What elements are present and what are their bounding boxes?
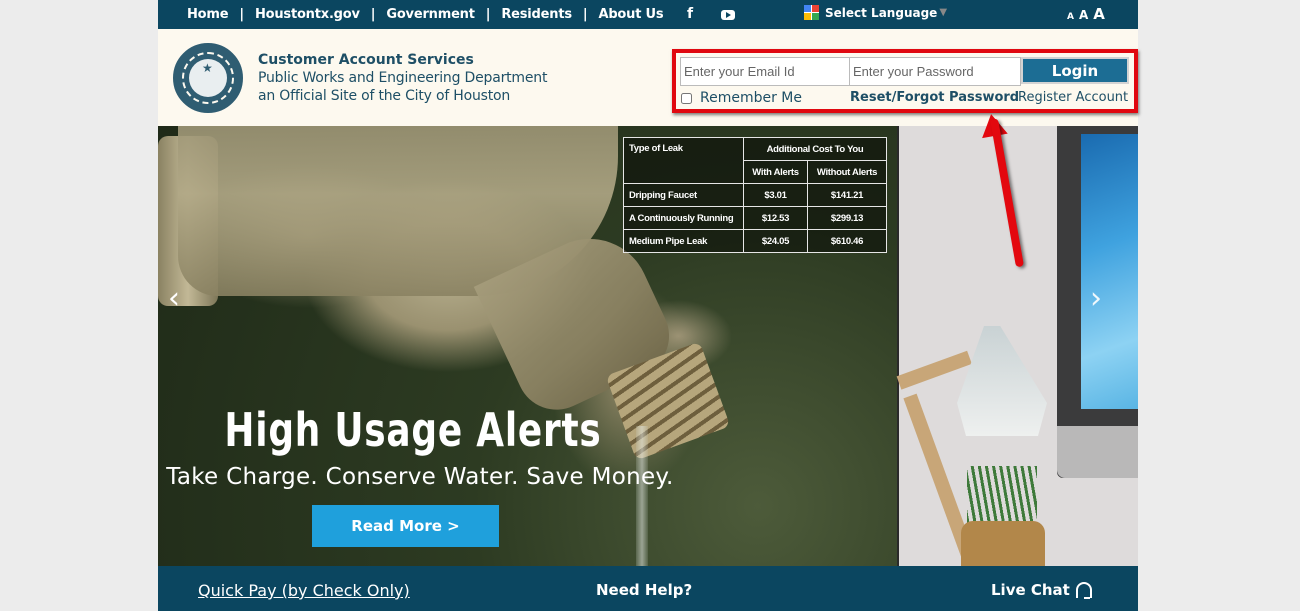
nav-government[interactable]: Government	[386, 7, 475, 22]
login-button[interactable]: Login	[1021, 57, 1129, 84]
monitor-screen	[1081, 134, 1138, 409]
header-type-of-leak: Type of Leak	[623, 137, 744, 184]
plant-image	[967, 466, 1037, 526]
live-chat-label: Live Chat	[991, 581, 1070, 599]
chevron-down-icon: ▼	[939, 7, 948, 18]
leak-type: A Continuously Running	[623, 206, 744, 230]
desk-image	[896, 126, 1138, 566]
hero-carousel: Type of Leak Additional Cost To You With…	[158, 126, 1138, 566]
nav-about-us[interactable]: About Us	[598, 7, 663, 22]
header-with-alerts: With Alerts	[743, 160, 808, 184]
need-help-text[interactable]: Need Help?	[596, 581, 692, 599]
table-row: A Continuously Running $12.53 $299.13	[623, 206, 887, 230]
lamp-arm-image	[896, 350, 972, 390]
header-without-alerts: Without Alerts	[807, 160, 887, 184]
cost-with-alerts: $3.01	[743, 183, 808, 207]
nav-separator: |	[485, 7, 491, 22]
cost-without-alerts: $141.21	[807, 183, 887, 207]
cost-with-alerts: $24.05	[743, 229, 808, 253]
star-icon: ★	[202, 61, 213, 75]
live-chat-button[interactable]: Live Chat	[991, 581, 1092, 599]
page: Home | Houstontx.gov | Government | Resi…	[158, 0, 1138, 611]
leak-type: Dripping Faucet	[623, 183, 744, 207]
remember-me-label: Remember Me	[700, 90, 802, 106]
google-translate-icon	[804, 5, 819, 20]
font-size-large[interactable]: A	[1093, 5, 1105, 23]
site-tagline: an Official Site of the City of Houston	[258, 88, 511, 104]
facebook-icon[interactable]: f	[687, 6, 693, 22]
youtube-icon[interactable]	[721, 10, 735, 20]
remember-me[interactable]: Remember Me	[681, 90, 802, 106]
leak-cost-table: Type of Leak Additional Cost To You With…	[623, 137, 887, 253]
read-more-button[interactable]: Read More >	[312, 505, 499, 547]
header-additional-cost: Additional Cost To You	[743, 137, 887, 161]
table-row: Medium Pipe Leak $24.05 $610.46	[623, 229, 887, 253]
headset-icon	[1075, 582, 1092, 599]
email-input[interactable]	[680, 57, 850, 86]
carousel-prev-icon[interactable]: ‹	[168, 284, 188, 314]
site-header: ★ Customer Account Services Public Works…	[158, 29, 1138, 126]
nav-separator: |	[370, 7, 376, 22]
leak-type: Medium Pipe Leak	[623, 229, 744, 253]
footer-bar: Quick Pay (by Check Only) Need Help? Liv…	[158, 566, 1138, 611]
font-size-medium[interactable]: A	[1079, 8, 1088, 22]
quick-pay-link[interactable]: Quick Pay (by Check Only)	[198, 581, 410, 600]
reset-password-link[interactable]: Reset/Forgot Password	[850, 90, 1019, 105]
login-form: Login Remember Me Reset/Forgot Password …	[672, 49, 1138, 113]
register-account-link[interactable]: Register Account	[1018, 90, 1128, 105]
top-nav-bar: Home | Houstontx.gov | Government | Resi…	[158, 0, 1138, 29]
cost-with-alerts: $12.53	[743, 206, 808, 230]
table-row: Dripping Faucet $3.01 $141.21	[623, 183, 887, 207]
nav-residents[interactable]: Residents	[501, 7, 572, 22]
nav-houstontx[interactable]: Houstontx.gov	[255, 7, 360, 22]
remember-me-checkbox[interactable]	[681, 92, 692, 104]
nav-home[interactable]: Home	[187, 7, 229, 22]
lamp-shade-image	[957, 326, 1047, 436]
nav-separator: |	[239, 7, 244, 22]
cost-without-alerts: $610.46	[807, 229, 887, 253]
site-title: Customer Account Services	[258, 52, 474, 68]
hero-subheadline: Take Charge. Conserve Water. Save Money.	[166, 464, 674, 490]
top-nav: Home | Houstontx.gov | Government | Resi…	[187, 7, 664, 22]
hero-headline: High Usage Alerts	[224, 403, 602, 457]
faucet-image: Type of Leak Additional Cost To You With…	[158, 126, 897, 566]
site-branding: Customer Account Services Public Works a…	[258, 51, 547, 105]
jar-image	[961, 521, 1045, 566]
language-label: Select Language	[825, 5, 938, 20]
carousel-next-icon[interactable]: ›	[1090, 284, 1110, 314]
font-size-small[interactable]: A	[1067, 12, 1074, 22]
table-header-row: Type of Leak Additional Cost To You	[623, 137, 887, 184]
city-seal-icon[interactable]: ★	[173, 43, 243, 113]
font-size-controls: A A A	[1067, 5, 1110, 23]
monitor-chin	[1057, 426, 1138, 478]
cost-without-alerts: $299.13	[807, 206, 887, 230]
water-stream-image	[636, 426, 648, 566]
password-input[interactable]	[849, 57, 1021, 86]
language-selector[interactable]: Select Language ▼	[804, 5, 947, 20]
nav-separator: |	[582, 7, 588, 22]
department-name: Public Works and Engineering Department	[258, 70, 548, 86]
